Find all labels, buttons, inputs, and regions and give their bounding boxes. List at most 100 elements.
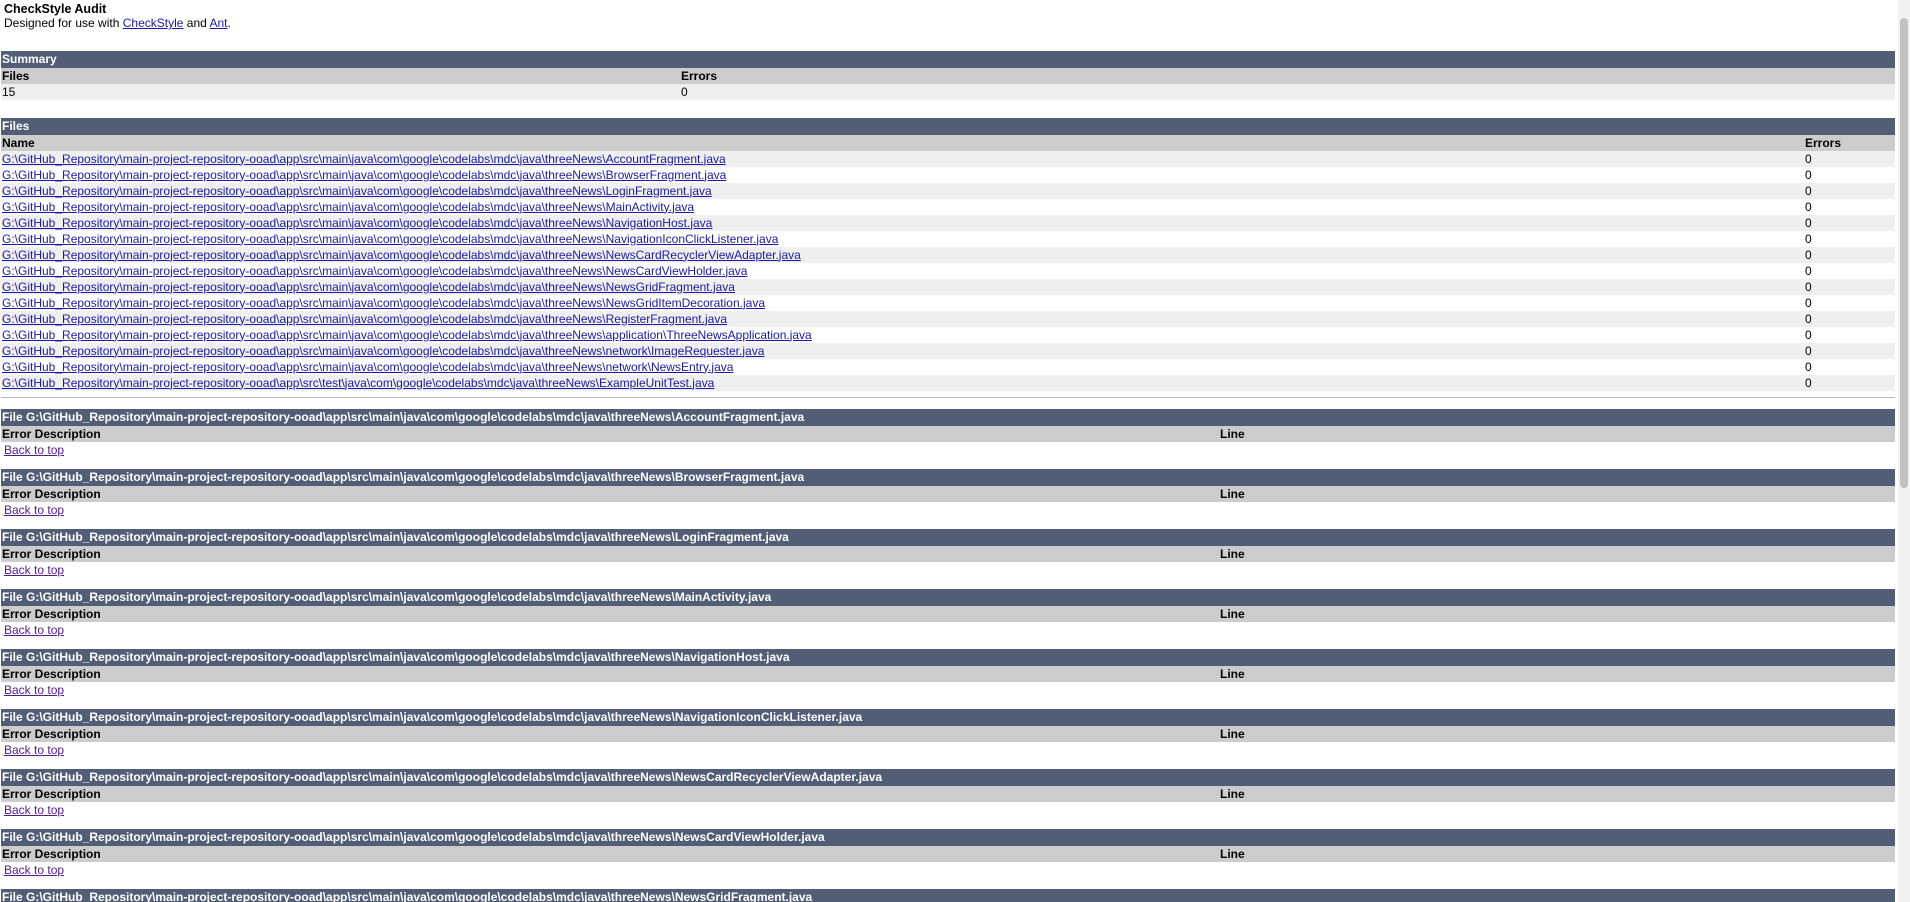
file-link[interactable]: G:\GitHub_Repository\main-project-reposi… <box>2 152 726 166</box>
file-name-cell: G:\GitHub_Repository\main-project-reposi… <box>1 311 1804 327</box>
file-errors-cell: 0 <box>1804 343 1895 359</box>
page-title: CheckStyle Audit <box>4 2 107 16</box>
file-section-title: File G:\GitHub_Repository\main-project-r… <box>1 709 1895 726</box>
files-col-errors: Errors <box>1804 135 1895 151</box>
file-errors-cell: 0 <box>1804 215 1895 231</box>
subtitle-period: . <box>227 16 231 30</box>
file-link[interactable]: G:\GitHub_Repository\main-project-reposi… <box>2 216 712 230</box>
file-row: G:\GitHub_Repository\main-project-reposi… <box>1 359 1895 375</box>
file-section-title: File G:\GitHub_Repository\main-project-r… <box>1 589 1895 606</box>
file-name-cell: G:\GitHub_Repository\main-project-reposi… <box>1 375 1804 391</box>
subtitle-and: and <box>183 16 210 30</box>
file-link[interactable]: G:\GitHub_Repository\main-project-reposi… <box>2 264 747 278</box>
file-row: G:\GitHub_Repository\main-project-reposi… <box>1 199 1895 215</box>
file-name-cell: G:\GitHub_Repository\main-project-reposi… <box>1 199 1804 215</box>
col-line: Line <box>1219 426 1895 442</box>
file-errors-cell: 0 <box>1804 295 1895 311</box>
file-section: File G:\GitHub_Repository\main-project-r… <box>0 769 1898 818</box>
col-line: Line <box>1219 666 1895 682</box>
file-link[interactable]: G:\GitHub_Repository\main-project-reposi… <box>2 184 712 198</box>
back-to-top-link[interactable]: Back to top <box>4 502 1898 518</box>
file-link[interactable]: G:\GitHub_Repository\main-project-reposi… <box>2 344 764 358</box>
back-to-top-link[interactable]: Back to top <box>4 622 1898 638</box>
back-to-top-link[interactable]: Back to top <box>4 802 1898 818</box>
file-errors-cell: 0 <box>1804 359 1895 375</box>
file-section: File G:\GitHub_Repository\main-project-r… <box>0 529 1898 578</box>
file-link[interactable]: G:\GitHub_Repository\main-project-reposi… <box>2 328 812 342</box>
file-link[interactable]: G:\GitHub_Repository\main-project-reposi… <box>2 360 733 374</box>
file-section-table: File G:\GitHub_Repository\main-project-r… <box>1 709 1895 742</box>
file-name-cell: G:\GitHub_Repository\main-project-reposi… <box>1 151 1804 167</box>
summary-col-files: Files <box>1 68 680 84</box>
file-section: File G:\GitHub_Repository\main-project-r… <box>0 649 1898 698</box>
file-section: File G:\GitHub_Repository\main-project-r… <box>0 409 1898 458</box>
file-row: G:\GitHub_Repository\main-project-reposi… <box>1 263 1895 279</box>
back-to-top-link[interactable]: Back to top <box>4 682 1898 698</box>
file-section-table: File G:\GitHub_Repository\main-project-r… <box>1 529 1895 562</box>
file-link[interactable]: G:\GitHub_Repository\main-project-reposi… <box>2 376 714 390</box>
file-errors-cell: 0 <box>1804 231 1895 247</box>
file-link[interactable]: G:\GitHub_Repository\main-project-reposi… <box>2 200 694 214</box>
file-link[interactable]: G:\GitHub_Repository\main-project-reposi… <box>2 232 778 246</box>
col-line: Line <box>1219 606 1895 622</box>
file-section: File G:\GitHub_Repository\main-project-r… <box>0 469 1898 518</box>
ant-link[interactable]: Ant <box>209 16 227 30</box>
col-error-description: Error Description <box>1 786 1219 802</box>
file-row: G:\GitHub_Repository\main-project-reposi… <box>1 375 1895 391</box>
file-link[interactable]: G:\GitHub_Repository\main-project-reposi… <box>2 280 735 294</box>
back-to-top-link[interactable]: Back to top <box>4 742 1898 758</box>
file-link[interactable]: G:\GitHub_Repository\main-project-reposi… <box>2 296 765 310</box>
col-error-description: Error Description <box>1 606 1219 622</box>
files-col-name: Name <box>1 135 1804 151</box>
col-line: Line <box>1219 546 1895 562</box>
file-section: File G:\GitHub_Repository\main-project-r… <box>0 829 1898 878</box>
file-name-cell: G:\GitHub_Repository\main-project-reposi… <box>1 183 1804 199</box>
file-section-table: File G:\GitHub_Repository\main-project-r… <box>1 829 1895 862</box>
file-section-title: File G:\GitHub_Repository\main-project-r… <box>1 829 1895 846</box>
file-name-cell: G:\GitHub_Repository\main-project-reposi… <box>1 327 1804 343</box>
file-name-cell: G:\GitHub_Repository\main-project-reposi… <box>1 247 1804 263</box>
file-section-title: File G:\GitHub_Repository\main-project-r… <box>1 889 1895 902</box>
summary-col-errors: Errors <box>680 68 1895 84</box>
file-name-cell: G:\GitHub_Repository\main-project-reposi… <box>1 215 1804 231</box>
back-to-top-link[interactable]: Back to top <box>4 862 1898 878</box>
file-link[interactable]: G:\GitHub_Repository\main-project-reposi… <box>2 312 727 326</box>
col-error-description: Error Description <box>1 846 1219 862</box>
file-section: File G:\GitHub_Repository\main-project-r… <box>0 589 1898 638</box>
checkstyle-link[interactable]: CheckStyle <box>123 16 184 30</box>
file-row: G:\GitHub_Repository\main-project-reposi… <box>1 151 1895 167</box>
file-link[interactable]: G:\GitHub_Repository\main-project-reposi… <box>2 168 726 182</box>
file-section-title: File G:\GitHub_Repository\main-project-r… <box>1 529 1895 546</box>
file-link[interactable]: G:\GitHub_Repository\main-project-reposi… <box>2 248 801 262</box>
file-row: G:\GitHub_Repository\main-project-reposi… <box>1 279 1895 295</box>
col-line: Line <box>1219 486 1895 502</box>
file-section-title: File G:\GitHub_Repository\main-project-r… <box>1 769 1895 786</box>
file-name-cell: G:\GitHub_Repository\main-project-reposi… <box>1 167 1804 183</box>
col-line: Line <box>1219 786 1895 802</box>
col-line: Line <box>1219 846 1895 862</box>
scrollbar-thumb[interactable] <box>1900 18 1908 488</box>
checkstyle-report-page: CheckStyle Audit Designed for use with C… <box>0 0 1898 902</box>
summary-heading: Summary <box>1 51 1895 68</box>
file-name-cell: G:\GitHub_Repository\main-project-reposi… <box>1 295 1804 311</box>
summary-errors-value: 0 <box>680 84 1895 100</box>
file-row: G:\GitHub_Repository\main-project-reposi… <box>1 311 1895 327</box>
file-errors-cell: 0 <box>1804 199 1895 215</box>
col-error-description: Error Description <box>1 486 1219 502</box>
back-to-top-link[interactable]: Back to top <box>4 562 1898 578</box>
file-section: File G:\GitHub_Repository\main-project-r… <box>0 889 1898 902</box>
file-name-cell: G:\GitHub_Repository\main-project-reposi… <box>1 343 1804 359</box>
col-line: Line <box>1219 726 1895 742</box>
file-section-title: File G:\GitHub_Repository\main-project-r… <box>1 649 1895 666</box>
file-row: G:\GitHub_Repository\main-project-reposi… <box>1 327 1895 343</box>
file-name-cell: G:\GitHub_Repository\main-project-reposi… <box>1 279 1804 295</box>
vertical-scrollbar[interactable] <box>1898 0 1910 902</box>
files-heading: Files <box>1 118 1895 135</box>
summary-table: Summary Files Errors 15 0 <box>1 51 1895 100</box>
file-errors-cell: 0 <box>1804 375 1895 391</box>
file-row: G:\GitHub_Repository\main-project-reposi… <box>1 215 1895 231</box>
file-errors-cell: 0 <box>1804 151 1895 167</box>
file-name-cell: G:\GitHub_Repository\main-project-reposi… <box>1 231 1804 247</box>
back-to-top-link[interactable]: Back to top <box>4 442 1898 458</box>
file-row: G:\GitHub_Repository\main-project-reposi… <box>1 231 1895 247</box>
